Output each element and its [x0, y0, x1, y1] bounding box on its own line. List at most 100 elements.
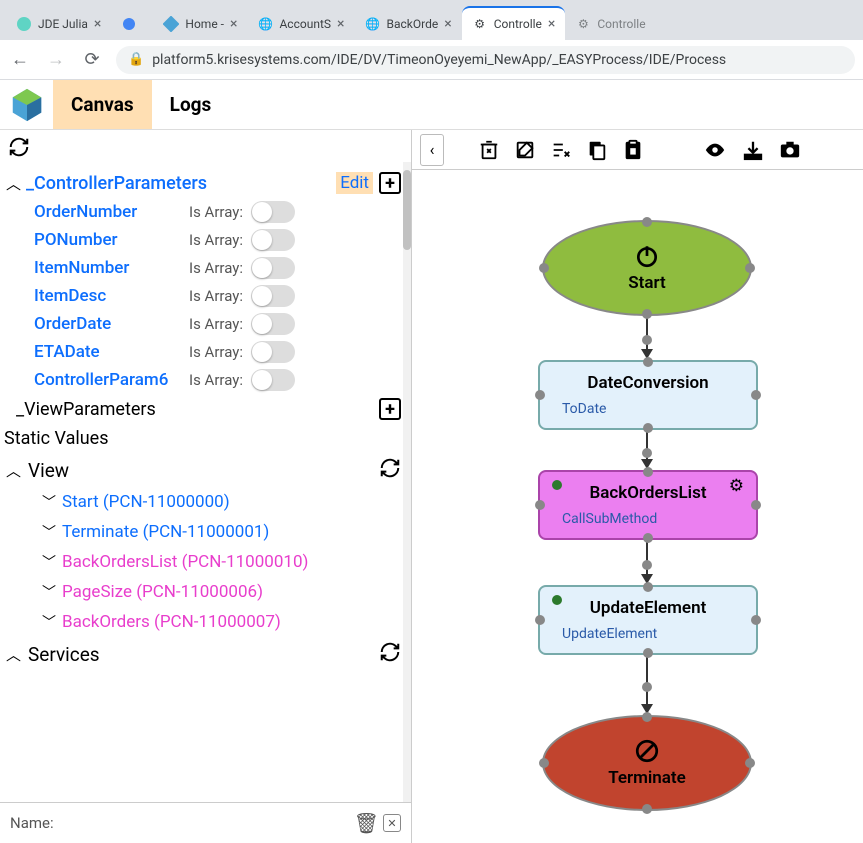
close-icon[interactable]: × [548, 16, 555, 32]
chevron-up-icon[interactable]: ︿ [6, 173, 26, 194]
tab-title: BackOrde [386, 17, 438, 31]
tree-view: ︿ _ControllerParameters Edit + OrderNumb… [0, 168, 411, 671]
param-name[interactable]: OrderDate [34, 314, 189, 334]
chevron-up-icon[interactable]: ︿ [6, 460, 28, 481]
refresh-icon[interactable] [8, 143, 30, 162]
close-icon[interactable]: × [337, 16, 344, 32]
chevron-down-icon[interactable]: ﹀ [42, 492, 62, 512]
reload-button[interactable]: ⟳ [80, 48, 104, 72]
trash-icon[interactable]: 🗑 [354, 811, 379, 835]
eye-icon[interactable] [702, 139, 728, 161]
view-item[interactable]: ﹀BackOrders (PCN-11000007) [0, 607, 407, 637]
param-name[interactable]: ControllerParam6 [34, 370, 189, 390]
flow-arrow[interactable] [646, 541, 648, 583]
back-button[interactable]: ← [8, 48, 32, 72]
status-dot [552, 595, 562, 605]
scrollbar[interactable] [403, 162, 411, 803]
browser-tab[interactable]: 🌐 BackOrde × [354, 8, 461, 40]
download-icon[interactable] [742, 139, 764, 161]
view-item-link[interactable]: PageSize (PCN-11000006) [62, 582, 263, 602]
refresh-icon[interactable] [379, 641, 401, 667]
view-item-link[interactable]: BackOrders (PCN-11000007) [62, 612, 281, 632]
flow-arrow[interactable] [646, 316, 648, 358]
is-array-toggle[interactable] [251, 341, 295, 363]
list-edit-icon[interactable] [550, 139, 572, 161]
section-title: View [28, 459, 379, 482]
browser-tab[interactable] [111, 8, 153, 40]
node-update-element[interactable]: UpdateElement UpdateElement [538, 585, 758, 655]
chevron-down-icon[interactable]: ﹀ [42, 522, 62, 542]
flow-canvas[interactable]: Start DateConversion ToDate ⚙ BackOrders… [412, 170, 863, 843]
canvas-toolbar: ‹ [412, 130, 863, 170]
url-field[interactable]: 🔒 platform5.krisesystems.com/IDE/DV/Time… [116, 46, 855, 74]
flow-arrow[interactable] [646, 431, 648, 468]
param-name[interactable]: OrderNumber [34, 202, 189, 222]
is-array-toggle[interactable] [251, 313, 295, 335]
is-array-label: Is Array: [189, 315, 243, 333]
node-start[interactable]: Start [542, 220, 752, 316]
is-array-toggle[interactable] [251, 201, 295, 223]
browser-tab-active[interactable]: ⚙ Controlle × [462, 6, 566, 40]
clipboard-icon[interactable] [622, 139, 644, 161]
is-array-toggle[interactable] [251, 285, 295, 307]
add-button[interactable]: + [379, 172, 401, 194]
lock-icon: 🔒 [128, 52, 144, 67]
tab-canvas[interactable]: Canvas [53, 80, 152, 129]
clear-icon[interactable]: ✕ [383, 814, 401, 832]
param-name[interactable]: PONumber [34, 230, 189, 250]
view-item-link[interactable]: Terminate (PCN-11000001) [62, 522, 269, 542]
edit-link[interactable]: Edit [336, 172, 373, 194]
node-backorders-list[interactable]: ⚙ BackOrdersList CallSubMethod [538, 470, 758, 540]
edit-icon[interactable] [514, 139, 536, 161]
view-item-link[interactable]: BackOrdersList (PCN-11000010) [62, 552, 308, 572]
app-logo[interactable] [3, 81, 50, 128]
forward-button[interactable]: → [44, 48, 68, 72]
refresh-icon[interactable] [379, 457, 401, 483]
section-services[interactable]: ︿ Services [0, 637, 407, 671]
is-array-toggle[interactable] [251, 229, 295, 251]
browser-tab[interactable]: 🌐 AccountS × [247, 8, 354, 40]
browser-tab[interactable]: Home - × [153, 8, 247, 40]
chevron-down-icon[interactable]: ﹀ [42, 612, 62, 632]
name-field-row: Name: 🗑 ✕ [0, 802, 411, 843]
is-array-label: Is Array: [189, 231, 243, 249]
chevron-up-icon[interactable]: ︿ [6, 644, 28, 665]
camera-icon[interactable] [778, 139, 802, 161]
param-name[interactable]: ETADate [34, 342, 189, 362]
section-static-values[interactable]: Static Values [0, 424, 407, 453]
delete-icon[interactable] [478, 139, 500, 161]
is-array-toggle[interactable] [251, 257, 295, 279]
param-name[interactable]: ItemNumber [34, 258, 189, 278]
browser-tab[interactable]: ⚙ Controlle [565, 8, 655, 40]
close-icon[interactable]: × [94, 16, 101, 32]
gear-icon: ⚙ [575, 16, 591, 32]
section-view-parameters[interactable]: _ViewParameters + [0, 394, 407, 424]
param-name[interactable]: ItemDesc [34, 286, 189, 306]
param-row: ETADateIs Array: [0, 338, 407, 366]
add-button[interactable]: + [379, 398, 401, 420]
node-title: Start [628, 273, 665, 293]
collapse-left-button[interactable]: ‹ [420, 134, 444, 166]
node-date-conversion[interactable]: DateConversion ToDate [538, 360, 758, 430]
browser-tab[interactable]: JDE Julia × [6, 8, 111, 40]
section-view[interactable]: ︿ View [0, 453, 407, 487]
chevron-down-icon[interactable]: ﹀ [42, 552, 62, 572]
close-icon[interactable]: × [230, 16, 237, 32]
section-controller-parameters[interactable]: ︿ _ControllerParameters Edit + [0, 168, 407, 198]
favicon [163, 16, 179, 32]
param-row: ItemDescIs Array: [0, 282, 407, 310]
copy-icon[interactable] [586, 139, 608, 161]
view-item[interactable]: ﹀PageSize (PCN-11000006) [0, 577, 407, 607]
view-item-link[interactable]: Start (PCN-11000000) [62, 492, 230, 512]
flow-arrow[interactable] [646, 656, 648, 713]
chevron-down-icon[interactable]: ﹀ [42, 582, 62, 602]
tab-title: AccountS [279, 17, 331, 31]
gear-icon[interactable]: ⚙ [729, 476, 744, 496]
close-icon[interactable]: × [444, 16, 451, 32]
view-item[interactable]: ﹀BackOrdersList (PCN-11000010) [0, 547, 407, 577]
is-array-toggle[interactable] [251, 369, 295, 391]
node-terminate[interactable]: Terminate [542, 715, 752, 811]
tab-logs[interactable]: Logs [152, 80, 230, 129]
view-item[interactable]: ﹀Start (PCN-11000000) [0, 487, 407, 517]
view-item[interactable]: ﹀Terminate (PCN-11000001) [0, 517, 407, 547]
